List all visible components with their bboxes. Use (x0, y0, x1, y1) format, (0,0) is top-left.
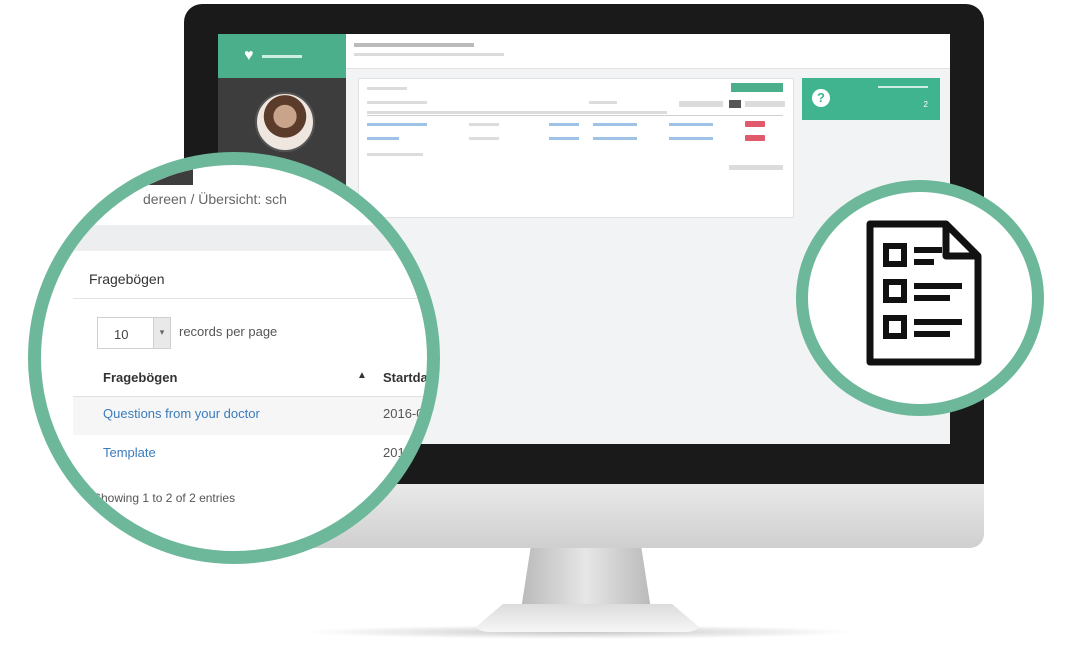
magnified-gray-band (41, 225, 427, 251)
search-label (589, 101, 617, 104)
records-per-page[interactable] (367, 101, 427, 104)
table-info (367, 153, 423, 156)
row1-link2[interactable] (549, 123, 579, 126)
avatar[interactable] (255, 92, 315, 152)
monitor-stand-base (470, 604, 705, 632)
heart-icon: ♥ (244, 47, 254, 64)
row1-delete-button[interactable] (745, 121, 765, 127)
records-per-page-select[interactable]: 10 ▾ (97, 317, 171, 349)
info-card-value: 2 (923, 100, 928, 109)
toolbar-buttons[interactable] (745, 101, 785, 107)
column-header-startdatum[interactable]: Startdatu (383, 370, 427, 385)
table-row-link[interactable]: Questions from your doctor (103, 406, 260, 421)
toolbar-dark-button[interactable] (729, 100, 741, 108)
row1-date (469, 123, 499, 126)
breadcrumb[interactable]: dereen / Übersicht: sch (143, 191, 287, 207)
document-checklist-icon (866, 220, 982, 366)
title-divider (73, 298, 427, 299)
row2-link2[interactable] (549, 137, 579, 140)
row1-link[interactable] (367, 123, 427, 126)
section-title: Fragebögen (89, 271, 165, 287)
records-select-value: 10 (114, 327, 129, 342)
topbar (346, 34, 950, 69)
row2-date (469, 137, 499, 140)
info-card-label (878, 86, 928, 88)
magnified-sidebar (41, 165, 193, 185)
add-questionnaire-button[interactable] (731, 83, 783, 92)
chevron-down-icon[interactable]: ▾ (153, 318, 170, 348)
table-info: Showing 1 to 2 of 2 entries (93, 491, 236, 505)
row2-link4[interactable] (669, 137, 713, 140)
row2-link[interactable] (367, 137, 399, 140)
panel-title (367, 87, 407, 90)
magnified-content: dereen / Übersicht: sch Fragebögen 10 ▾ … (41, 165, 431, 551)
logo-bar[interactable]: ♥ (218, 34, 346, 78)
topbar-title (354, 43, 474, 47)
magnifier-circle: dereen / Übersicht: sch Fragebögen 10 ▾ … (28, 152, 440, 564)
sort-ascending-icon[interactable]: ▲ (357, 370, 367, 381)
table-headers (367, 111, 667, 114)
pagination[interactable] (729, 165, 783, 170)
export-buttons[interactable] (679, 101, 723, 107)
topbar-breadcrumb (354, 53, 504, 56)
table-row-date: 2016-02 (383, 445, 431, 460)
table-row-link[interactable]: Template (103, 445, 156, 460)
info-card[interactable]: ? 2 (802, 78, 940, 120)
records-per-page-label: records per page (179, 324, 278, 339)
document-icon-circle (796, 180, 1044, 416)
row1-link4[interactable] (669, 123, 713, 126)
question-icon: ? (812, 89, 830, 107)
logo-text (261, 54, 302, 58)
row1-link3[interactable] (593, 123, 637, 126)
table-header-line (367, 115, 783, 116)
row2-delete-button[interactable] (745, 135, 765, 141)
row2-link3[interactable] (593, 137, 637, 140)
column-header-fragebogen[interactable]: Fragebögen (103, 370, 177, 385)
